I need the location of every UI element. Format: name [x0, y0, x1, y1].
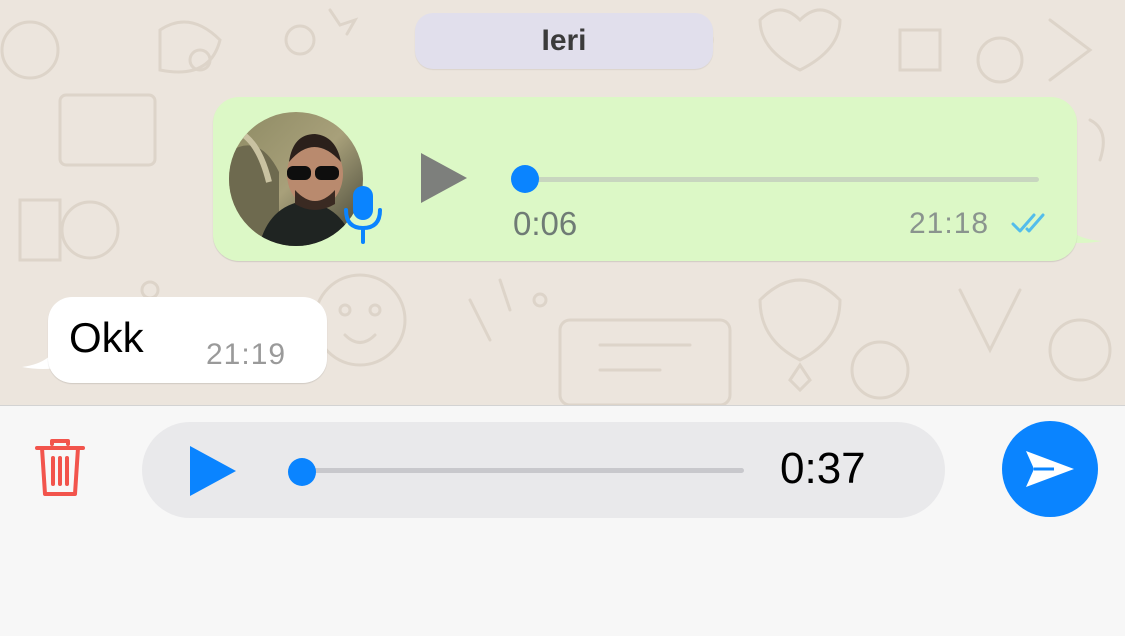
date-separator-label: Ieri — [541, 24, 587, 57]
recording-progress-track[interactable] — [302, 468, 744, 473]
play-icon[interactable] — [188, 446, 238, 496]
double-check-icon — [1011, 213, 1045, 233]
send-icon — [1026, 451, 1074, 487]
recording-duration: 0:37 — [780, 444, 866, 493]
incoming-text-message[interactable]: Okk 21:19 — [48, 297, 327, 383]
mic-icon — [344, 186, 382, 244]
composer-divider — [0, 405, 1125, 406]
outgoing-voice-message[interactable]: 0:06 21:18 — [213, 97, 1077, 261]
play-icon[interactable] — [419, 151, 469, 205]
send-button[interactable] — [1002, 421, 1098, 517]
voice-progress-knob[interactable] — [511, 165, 539, 193]
date-separator: Ieri — [415, 13, 713, 69]
recording-progress-knob[interactable] — [288, 458, 316, 486]
voice-recording-player[interactable]: 0:37 — [142, 422, 945, 518]
voice-duration: 0:06 — [513, 205, 578, 242]
message-text: Okk — [69, 314, 144, 361]
chat-area[interactable]: Ieri 0:06 21:18 Okk 21:19 — [0, 0, 1125, 405]
trash-icon[interactable] — [34, 438, 86, 498]
voice-progress-track[interactable] — [525, 177, 1039, 182]
message-time: 21:19 — [206, 338, 287, 371]
message-time: 21:18 — [909, 207, 990, 240]
